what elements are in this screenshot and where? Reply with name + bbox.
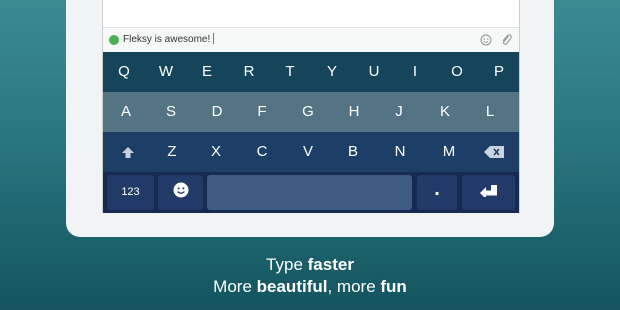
compose-bar[interactable]: Fleksy is awesome! [103, 27, 519, 52]
period-key[interactable]: . [417, 175, 457, 210]
key-q[interactable]: Q [103, 52, 145, 92]
key-t[interactable]: T [269, 52, 311, 92]
key-m[interactable]: M [428, 132, 470, 172]
key-a[interactable]: A [105, 92, 147, 132]
text-cursor [213, 33, 215, 44]
enter-key[interactable] [462, 175, 515, 210]
compose-text: Fleksy is awesome! [123, 34, 211, 45]
key-r[interactable]: R [228, 52, 270, 92]
key-y[interactable]: Y [311, 52, 353, 92]
key-u[interactable]: U [353, 52, 395, 92]
key-p[interactable]: P [478, 52, 519, 92]
emoji-icon [173, 182, 189, 203]
emoji-key[interactable] [158, 175, 203, 210]
key-g[interactable]: G [287, 92, 329, 132]
key-j[interactable]: J [378, 92, 420, 132]
key-x[interactable]: X [195, 132, 237, 172]
shift-key[interactable] [107, 132, 149, 172]
tagline-more-2: , more [327, 277, 381, 296]
keyboard-row-4: 123 . [103, 172, 519, 213]
shift-icon [122, 143, 134, 160]
key-b[interactable]: B [332, 132, 374, 172]
numbers-key[interactable]: 123 [107, 175, 154, 210]
key-e[interactable]: E [186, 52, 228, 92]
key-v[interactable]: V [287, 132, 329, 172]
keyboard-row-2: A S D F G H J K L [103, 92, 519, 132]
space-bar[interactable] [207, 175, 412, 210]
paperclip-icon[interactable] [500, 32, 512, 46]
key-n[interactable]: N [379, 132, 421, 172]
key-o[interactable]: O [436, 52, 478, 92]
backspace-icon [484, 143, 504, 160]
key-z[interactable]: Z [151, 132, 193, 172]
tablet-screen: Fleksy is awesome! Q W E R T Y U I O P A… [102, 0, 520, 213]
backspace-key[interactable] [473, 132, 515, 172]
key-i[interactable]: I [394, 52, 436, 92]
tagline-line-1: Type faster [0, 255, 620, 275]
key-f[interactable]: F [241, 92, 283, 132]
key-s[interactable]: S [150, 92, 192, 132]
tagline-faster: faster [307, 255, 354, 274]
key-c[interactable]: C [241, 132, 283, 172]
keyboard-row-3: Z X C V B N M [103, 132, 519, 172]
tagline-beautiful: beautiful [256, 277, 328, 296]
status-dot [109, 35, 119, 45]
keyboard: Q W E R T Y U I O P A S D F G H J K L Z … [103, 52, 519, 213]
key-d[interactable]: D [196, 92, 238, 132]
smiley-icon[interactable] [480, 33, 492, 46]
key-w[interactable]: W [145, 52, 187, 92]
key-l[interactable]: L [469, 92, 511, 132]
compose-input[interactable]: Fleksy is awesome! [123, 33, 215, 45]
keyboard-row-1: Q W E R T Y U I O P [103, 52, 519, 92]
enter-icon [479, 184, 498, 202]
key-k[interactable]: K [424, 92, 466, 132]
tagline-more: More [213, 277, 257, 296]
tagline-line-2: More beautiful, more fun [0, 277, 620, 297]
tagline-fun: fun [380, 277, 407, 296]
key-h[interactable]: H [333, 92, 375, 132]
tagline-type: Type [266, 255, 308, 274]
